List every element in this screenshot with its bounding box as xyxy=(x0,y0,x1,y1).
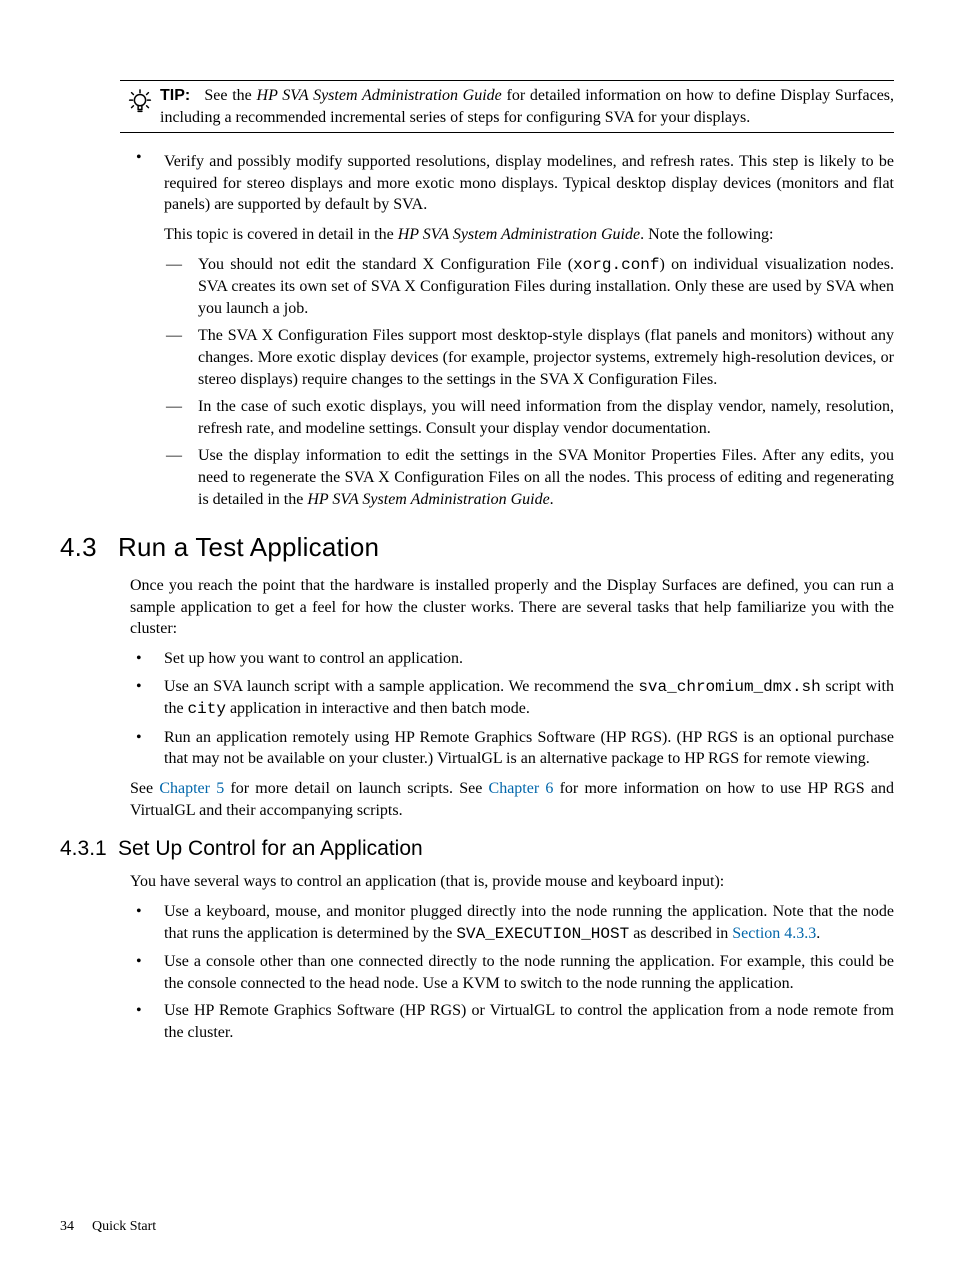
list-item: —In the case of such exotic displays, yo… xyxy=(164,396,894,439)
section-heading-4-3-1: 4.3.1Set Up Control for an Application xyxy=(60,835,894,863)
list-item: • Verify and possibly modify supported r… xyxy=(130,147,894,516)
list-item: —The SVA X Configuration Files support m… xyxy=(164,325,894,390)
link-chapter-6[interactable]: Chapter 6 xyxy=(489,780,554,797)
lightbulb-tip-icon xyxy=(120,85,160,117)
paragraph: See Chapter 5 for more detail on launch … xyxy=(130,778,894,821)
paragraph: Once you reach the point that the hardwa… xyxy=(130,575,894,640)
tip-label: TIP: xyxy=(160,87,190,104)
list-item: —Use the display information to edit the… xyxy=(164,445,894,510)
paragraph: You have several ways to control an appl… xyxy=(130,871,894,893)
section-heading-4-3: 4.3Run a Test Application xyxy=(60,530,894,565)
link-section-4-3-3[interactable]: Section 4.3.3 xyxy=(732,925,816,942)
paragraph: This topic is covered in detail in the H… xyxy=(164,224,894,246)
list-item: •Run an application remotely using HP Re… xyxy=(130,727,894,770)
list-item: •Set up how you want to control an appli… xyxy=(130,648,894,670)
list-item: •Use an SVA launch script with a sample … xyxy=(130,676,894,721)
page-number: 34 xyxy=(60,1218,74,1237)
list-item: —You should not edit the standard X Conf… xyxy=(164,254,894,320)
paragraph: Verify and possibly modify supported res… xyxy=(164,151,894,216)
list-item: •Use a keyboard, mouse, and monitor plug… xyxy=(130,901,894,945)
link-chapter-5[interactable]: Chapter 5 xyxy=(159,780,224,797)
tip-callout: TIP: See the HP SVA System Administratio… xyxy=(120,80,894,133)
page-footer: 34 Quick Start xyxy=(60,1218,156,1237)
list-item: •Use HP Remote Graphics Software (HP RGS… xyxy=(130,1000,894,1043)
tip-text: TIP: See the HP SVA System Administratio… xyxy=(160,85,894,128)
footer-chapter: Quick Start xyxy=(92,1219,156,1234)
list-item: •Use a console other than one connected … xyxy=(130,951,894,994)
